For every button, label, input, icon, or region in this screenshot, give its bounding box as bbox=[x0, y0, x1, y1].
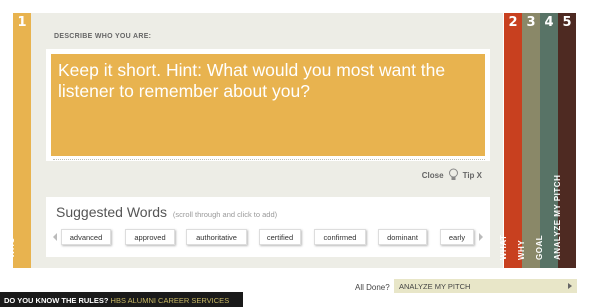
step-what[interactable]: 2 WHAT bbox=[499, 13, 522, 268]
word-chip-advanced[interactable]: advanced bbox=[61, 229, 111, 245]
close-tip-link[interactable]: Close bbox=[422, 171, 444, 180]
word-chip-early[interactable]: early bbox=[440, 229, 474, 245]
step-label: GOAL bbox=[535, 234, 544, 260]
lightbulb-icon bbox=[448, 168, 458, 180]
rules-link[interactable]: DO YOU KNOW THE RULES? bbox=[4, 296, 108, 305]
scroll-left-icon[interactable] bbox=[53, 233, 57, 241]
analyze-pitch-button[interactable]: ANALYZE MY PITCH bbox=[394, 279, 577, 293]
tip-controls[interactable]: Close Tip X bbox=[422, 168, 482, 182]
describe-text-area[interactable]: Keep it short. Hint: What would you most… bbox=[51, 54, 485, 156]
step-label: WHY bbox=[517, 239, 526, 260]
suggested-words-panel: Suggested Words (scroll through and clic… bbox=[46, 197, 490, 257]
step-who[interactable]: 1 WHO bbox=[7, 13, 31, 268]
suggested-words-hint: (scroll through and click to add) bbox=[172, 210, 278, 219]
analyze-button-label: ANALYZE MY PITCH bbox=[399, 282, 471, 291]
step-label: WHAT bbox=[499, 234, 508, 260]
step-number: 2 bbox=[508, 15, 518, 30]
describe-textbox[interactable]: Keep it short. Hint: What would you most… bbox=[46, 49, 490, 161]
step-analyze[interactable]: 5 ANALYZE MY PITCH bbox=[553, 13, 576, 268]
word-chip-dominant[interactable]: dominant bbox=[378, 229, 427, 245]
describe-hint-text: Keep it short. Hint: What would you most… bbox=[58, 60, 446, 101]
word-chip-authoritative[interactable]: authoritative bbox=[186, 229, 247, 245]
word-chip-certified[interactable]: certified bbox=[259, 229, 301, 245]
org-name: HBS ALUMNI CAREER SERVICES bbox=[110, 296, 230, 305]
all-done-label: All Done? bbox=[355, 283, 390, 292]
step-why[interactable]: 3 WHY bbox=[517, 13, 540, 268]
step-label: WHO bbox=[7, 236, 16, 258]
word-chip-confirmed[interactable]: confirmed bbox=[314, 229, 366, 245]
tip-close-link[interactable]: Tip X bbox=[463, 171, 482, 180]
suggested-words-title: Suggested Words (scroll through and clic… bbox=[56, 204, 278, 220]
step-number: 4 bbox=[544, 15, 554, 30]
step-number: 3 bbox=[526, 15, 536, 30]
describe-label: DESCRIBE WHO YOU ARE: bbox=[54, 33, 152, 40]
step-number: 5 bbox=[562, 15, 572, 30]
footer-bar: DO YOU KNOW THE RULES? HBS ALUMNI CAREER… bbox=[0, 292, 243, 307]
word-chip-approved[interactable]: approved bbox=[125, 229, 175, 245]
scroll-right-icon[interactable] bbox=[479, 233, 483, 241]
dotted-divider bbox=[53, 159, 485, 160]
play-arrow-icon bbox=[568, 283, 572, 289]
step-label: ANALYZE MY PITCH bbox=[553, 174, 562, 260]
step-number: 1 bbox=[17, 15, 27, 30]
